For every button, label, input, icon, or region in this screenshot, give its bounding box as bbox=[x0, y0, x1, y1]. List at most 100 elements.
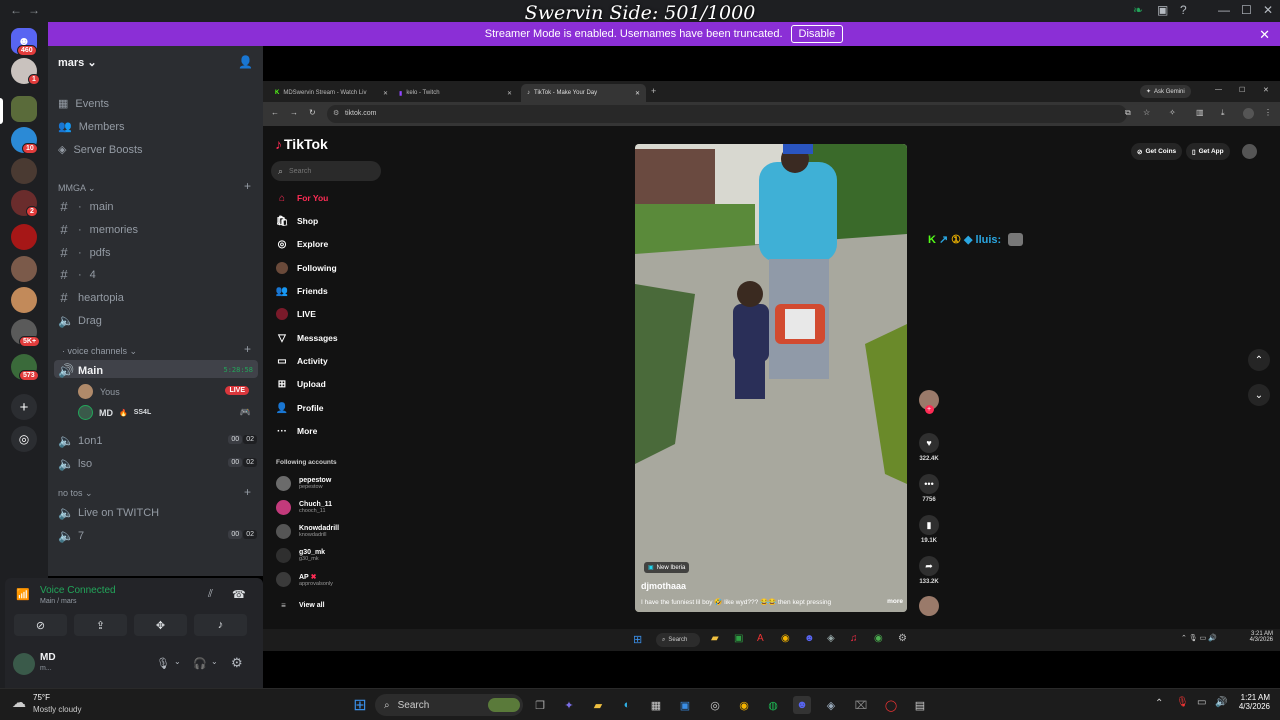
disconnect-icon[interactable]: ☎ bbox=[232, 588, 246, 601]
search-input[interactable]: ⌕ Search bbox=[656, 633, 700, 647]
store-icon[interactable]: ▦ bbox=[647, 696, 665, 714]
server-icon[interactable]: 2 bbox=[11, 190, 38, 217]
chrome-icon[interactable]: ◉ bbox=[735, 696, 753, 714]
forward-arrow-icon[interactable]: → bbox=[28, 3, 40, 17]
volume-icon[interactable]: 🔊 bbox=[1215, 697, 1227, 708]
chevron-up-icon[interactable]: ⌃ bbox=[1248, 349, 1270, 371]
nav-profile[interactable]: 👤 Profile bbox=[276, 402, 324, 414]
following-account[interactable]: g30_mk g30_mk bbox=[276, 548, 325, 563]
voice-channel-1on1[interactable]: 🔈 1on1 bbox=[58, 433, 253, 449]
app-icon[interactable]: ▣ bbox=[734, 633, 743, 644]
chevron-down-icon[interactable]: ⌄ bbox=[211, 657, 218, 666]
view-all-link[interactable]: ≡ View all bbox=[276, 601, 324, 610]
forward-arrow-icon[interactable]: → bbox=[290, 108, 298, 117]
comment-button[interactable]: ••• 7756 bbox=[916, 474, 942, 503]
channel-heartopia[interactable]: # heartopia bbox=[58, 290, 253, 305]
following-account[interactable]: AP ✖ approvalsonly bbox=[276, 572, 333, 587]
add-channel-icon[interactable]: + bbox=[244, 179, 251, 193]
server-icon[interactable]: 573 bbox=[11, 354, 39, 381]
voice-status[interactable]: Voice Connected bbox=[40, 585, 116, 596]
clock[interactable]: 1:21 AM 4/3/2026 bbox=[1232, 693, 1270, 711]
gear-icon[interactable]: ⚙ bbox=[231, 655, 243, 671]
server-icon[interactable] bbox=[11, 256, 37, 282]
discord-icon[interactable]: ☻ bbox=[793, 696, 811, 714]
maximize-icon[interactable]: ☐ bbox=[1241, 3, 1252, 17]
chrome-icon[interactable]: ◉ bbox=[781, 633, 790, 644]
discord-home-icon[interactable]: ☻ 460 bbox=[11, 28, 37, 56]
server-icon[interactable] bbox=[11, 96, 37, 122]
channel-main[interactable]: # · main bbox=[58, 199, 253, 214]
server-icon[interactable] bbox=[11, 224, 37, 250]
get-coins-button[interactable]: ⊘ Get Coins bbox=[1131, 143, 1183, 160]
tab-twitch[interactable]: ▮ kelo - Twitch ✕ bbox=[393, 84, 518, 102]
add-server-icon[interactable]: + bbox=[11, 394, 37, 420]
download-icon[interactable]: ⤓ bbox=[1221, 108, 1225, 118]
events-link[interactable]: ▦ Events bbox=[58, 97, 109, 111]
nav-explore[interactable]: ◎ Explore bbox=[276, 238, 329, 250]
tab-kick[interactable]: K MDSwervin Stream - Watch Liv ✕ bbox=[269, 84, 394, 102]
nav-friends[interactable]: 👥 Friends bbox=[276, 285, 328, 297]
server-name[interactable]: mars ⌄ bbox=[58, 56, 97, 69]
following-account[interactable]: Chuch_11 chooch_11 bbox=[276, 500, 332, 515]
noise-suppression-icon[interactable]: ⫽ bbox=[208, 588, 213, 601]
voice-channel-7[interactable]: 🔈 7 bbox=[58, 528, 253, 544]
video-author[interactable]: djmothaaa bbox=[641, 581, 686, 591]
microphone-icon[interactable]: 🎙 bbox=[156, 657, 170, 670]
more-link[interactable]: more bbox=[887, 598, 903, 606]
tiktok-logo[interactable]: ♪ TikTok bbox=[275, 136, 328, 152]
boosts-link[interactable]: ◈ Server Boosts bbox=[58, 143, 143, 157]
network-icon[interactable]: ▭ bbox=[1197, 697, 1206, 708]
discord-icon[interactable]: ☻ bbox=[804, 633, 815, 644]
chrome-icon[interactable]: ◉ bbox=[874, 633, 883, 644]
voice-channel-lso[interactable]: 🔈 lso bbox=[58, 456, 253, 472]
category-mmga[interactable]: MMGA ⌄ bbox=[58, 183, 96, 194]
close-window-icon[interactable]: ✕ bbox=[1263, 3, 1273, 17]
app-icon[interactable]: ⚙ bbox=[898, 633, 907, 644]
category-voice-channels[interactable]: · voice channels ⌄ bbox=[62, 346, 137, 357]
members-link[interactable]: 👥 Members bbox=[58, 120, 125, 134]
music-disc[interactable] bbox=[916, 596, 942, 616]
app-icon[interactable]: ▣ bbox=[676, 696, 694, 714]
voice-member[interactable]: Yous bbox=[78, 384, 120, 399]
nav-activity[interactable]: ▭ Activity bbox=[276, 355, 327, 367]
steam-icon[interactable]: ◈ bbox=[827, 633, 835, 644]
install-icon[interactable]: ⧉ bbox=[1125, 108, 1131, 118]
following-account[interactable]: pepestow pepestow bbox=[276, 476, 331, 491]
channel-drag[interactable]: 🔈 Drag bbox=[58, 313, 253, 329]
channel-pdfs[interactable]: # · pdfs bbox=[58, 245, 253, 260]
gemini-button[interactable]: ✦ Ask Gemini bbox=[1140, 85, 1191, 98]
file-explorer-icon[interactable]: ▰ bbox=[589, 696, 607, 714]
video-player[interactable]: ▣ New Iberia djmothaaa I have the funnies… bbox=[635, 144, 907, 612]
bookmark-button[interactable]: ▮ 19.1K bbox=[916, 515, 942, 544]
nav-live[interactable]: LIVE bbox=[276, 308, 316, 320]
tab-tiktok[interactable]: ♪ TikTok - Make Your Day ✕ bbox=[521, 84, 646, 102]
back-arrow-icon[interactable]: ← bbox=[271, 108, 279, 117]
nav-shop[interactable]: 🛍 Shop bbox=[276, 215, 319, 227]
start-button[interactable]: ⊞ bbox=[351, 696, 369, 714]
category-no-tos[interactable]: no tos ⌄ bbox=[58, 488, 93, 499]
creator-avatar[interactable]: + bbox=[916, 390, 942, 414]
headphones-icon[interactable]: 🎧 bbox=[193, 657, 207, 670]
activities-button[interactable]: ✥ bbox=[134, 614, 187, 636]
nav-messages[interactable]: ▽ Messages bbox=[276, 332, 338, 344]
server-icon[interactable]: 5K+ bbox=[11, 319, 41, 347]
avatar[interactable] bbox=[13, 653, 35, 675]
screen-share-button[interactable]: ⇪ bbox=[74, 614, 127, 636]
server-icon[interactable] bbox=[11, 158, 37, 184]
help-icon[interactable]: ? bbox=[1180, 3, 1187, 17]
extensions-icon[interactable]: ✧ bbox=[1169, 108, 1176, 117]
add-channel-icon[interactable]: + bbox=[244, 485, 251, 499]
weather-icon[interactable]: ☁ bbox=[12, 694, 26, 711]
server-icon[interactable] bbox=[11, 287, 37, 313]
search-input[interactable]: ⌕ Search bbox=[271, 161, 381, 181]
following-account[interactable]: Knowdadrill knowdadrill bbox=[276, 524, 339, 539]
server-icon[interactable]: 1 bbox=[11, 58, 40, 85]
discover-icon[interactable]: ◎ bbox=[11, 426, 37, 452]
weather-temp[interactable]: 75°F bbox=[33, 693, 50, 702]
voice-member[interactable]: MD 🔥 SS4L bbox=[78, 405, 151, 420]
camera-off-button[interactable]: ⊘ bbox=[14, 614, 67, 636]
get-app-button[interactable]: ▯ Get App bbox=[1186, 143, 1230, 160]
star-icon[interactable]: ☆ bbox=[1143, 108, 1150, 117]
music-icon[interactable]: ♫ bbox=[850, 633, 858, 644]
soundboard-button[interactable]: ♪ bbox=[194, 614, 247, 636]
